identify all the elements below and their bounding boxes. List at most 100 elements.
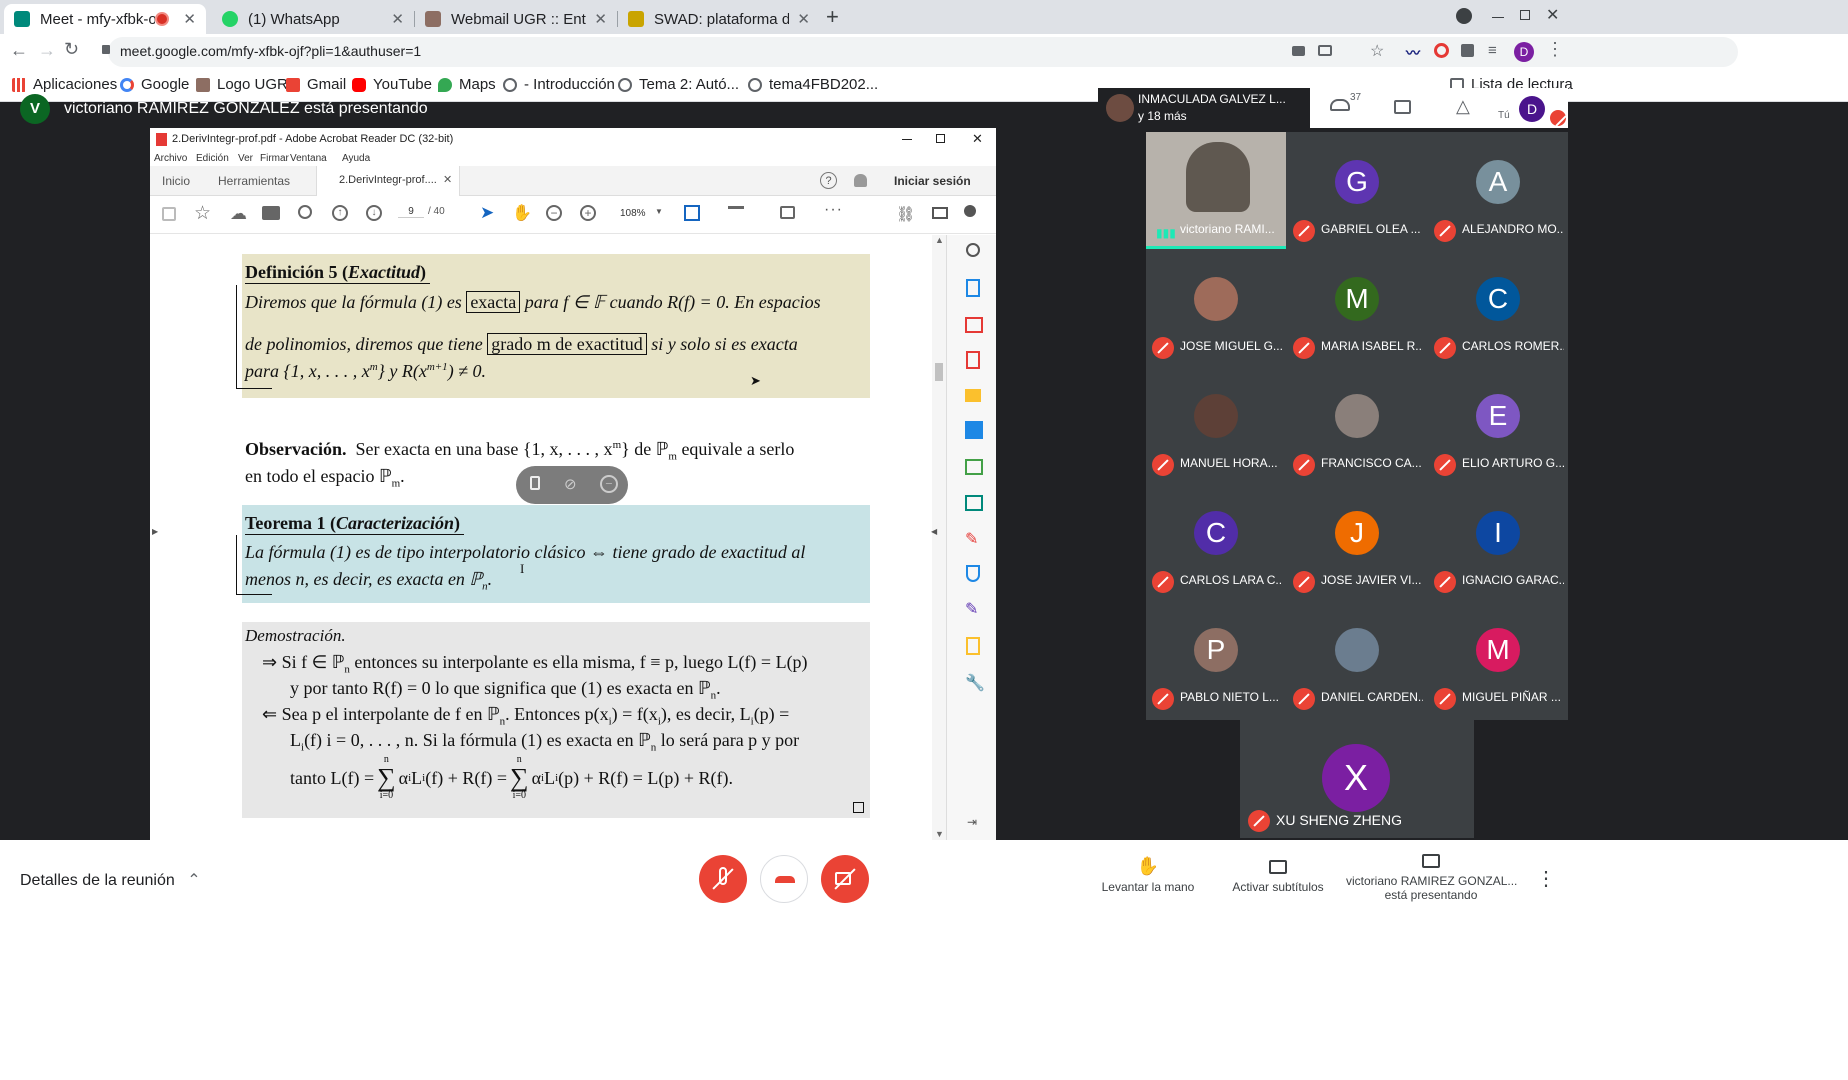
- menu-item[interactable]: Archivo: [154, 153, 187, 164]
- zoom-in-icon[interactable]: +: [580, 205, 596, 221]
- scroll-mode-icon[interactable]: [728, 206, 744, 220]
- menu-item[interactable]: Firmar: [260, 153, 289, 164]
- next-page-icon[interactable]: ↓: [366, 205, 382, 221]
- scroll-thumb[interactable]: [935, 363, 943, 381]
- comment-tool-icon[interactable]: [965, 389, 981, 402]
- last-participant-tile[interactable]: X XU SHENG ZHENG: [1240, 716, 1474, 838]
- bookmark-gmail[interactable]: Gmail: [286, 76, 346, 93]
- menu-item[interactable]: Edición: [196, 153, 229, 164]
- forward-icon[interactable]: →: [38, 40, 56, 61]
- cast-icon[interactable]: [1318, 45, 1332, 56]
- close-tab-icon[interactable]: ✕: [391, 10, 404, 28]
- expand-pane-icon[interactable]: ⇥: [967, 815, 977, 829]
- puzzle-extensions-icon[interactable]: [1461, 44, 1474, 57]
- vertical-scrollbar[interactable]: ▲ ▼: [932, 235, 946, 840]
- tab-inicio[interactable]: Inicio: [162, 174, 190, 188]
- help-icon[interactable]: ?: [820, 172, 837, 189]
- new-tab-button[interactable]: +: [826, 4, 839, 30]
- participant-tile[interactable]: FRANCISCO CA...: [1287, 366, 1427, 483]
- tab-whatsapp[interactable]: (1) WhatsApp ✕: [212, 4, 414, 34]
- restore-window-icon[interactable]: [1520, 10, 1530, 20]
- pin-icon[interactable]: [530, 476, 540, 490]
- people-button[interactable]: 37: [1330, 92, 1361, 116]
- activities-icon[interactable]: △: [1456, 96, 1470, 117]
- zoom-tool-icon[interactable]: [966, 243, 980, 257]
- close-icon[interactable]: ✕: [972, 131, 983, 147]
- comment-icon[interactable]: [780, 206, 795, 219]
- export-pdf-icon[interactable]: [966, 279, 980, 297]
- edit-pdf-icon[interactable]: [965, 459, 983, 475]
- presentation-status-button[interactable]: victoriano RAMIREZ GONZAL... está presen…: [1346, 852, 1517, 902]
- tab-herramientas[interactable]: Herramientas: [218, 174, 290, 188]
- camera-toggle-button[interactable]: [821, 855, 869, 903]
- opera-extension-icon[interactable]: [1434, 43, 1449, 58]
- participant-tile[interactable]: J JOSE JAVIER VI...: [1287, 483, 1427, 600]
- participant-tile[interactable]: C CARLOS LARA C...: [1146, 483, 1286, 600]
- send-signature-icon[interactable]: [966, 637, 980, 655]
- share-link-icon[interactable]: ⛓: [896, 205, 915, 223]
- organize-pages-icon[interactable]: [965, 317, 983, 333]
- zoom-level[interactable]: 108%: [620, 208, 646, 219]
- left-panel-toggle-icon[interactable]: ▶: [152, 527, 158, 536]
- profile-avatar[interactable]: D: [1514, 42, 1534, 62]
- close-tab-icon[interactable]: ✕: [594, 10, 607, 28]
- fill-sign-icon[interactable]: ✎: [965, 529, 978, 549]
- bookmark-tema2[interactable]: Tema 2: Autó...: [618, 76, 739, 93]
- participant-tile[interactable]: ▮▮▮ victoriano RAMI...: [1146, 132, 1286, 249]
- maximize-icon[interactable]: [936, 134, 945, 143]
- star-icon[interactable]: ☆: [194, 202, 211, 225]
- participant-tile[interactable]: I IGNACIO GARAC...: [1428, 483, 1568, 600]
- bookmark-google[interactable]: Google: [120, 76, 189, 93]
- sign-in-button[interactable]: Iniciar sesión: [894, 174, 971, 188]
- remove-icon[interactable]: −: [600, 475, 618, 493]
- participant-tile[interactable]: M MIGUEL PIÑAR ...: [1428, 600, 1568, 717]
- tab-document[interactable]: 2.DerivIntegr-prof.... ✕: [316, 166, 460, 196]
- search-icon[interactable]: [298, 205, 312, 219]
- close-tab-icon[interactable]: ✕: [183, 10, 196, 28]
- bookmark-introduccion[interactable]: - Introducción: [503, 76, 615, 93]
- zoom-out-icon[interactable]: −: [546, 205, 562, 221]
- scroll-up-icon[interactable]: ▲: [935, 235, 944, 245]
- more-tools-icon[interactable]: ···: [824, 201, 843, 219]
- camera-icon[interactable]: [1292, 46, 1305, 56]
- participant-tile[interactable]: JOSE MIGUEL G...: [1146, 249, 1286, 366]
- save-icon[interactable]: [162, 207, 176, 221]
- participant-tile[interactable]: G GABRIEL OLEA ...: [1287, 132, 1427, 249]
- tab-swad[interactable]: SWAD: plataforma de apo ✕: [618, 4, 820, 34]
- bookmark-star-icon[interactable]: ☆: [1370, 41, 1384, 61]
- scan-ocr-icon[interactable]: [965, 495, 983, 511]
- back-icon[interactable]: ←: [10, 40, 28, 61]
- protect-icon[interactable]: [966, 565, 980, 582]
- meeting-details-button[interactable]: Detalles de la reunión ⌃: [20, 870, 201, 890]
- extension-icon[interactable]: 〰: [1406, 43, 1420, 63]
- active-speaker-chip[interactable]: INMACULADA GALVEZ L... y 18 más: [1098, 88, 1310, 128]
- self-avatar[interactable]: D: [1519, 96, 1545, 122]
- fit-page-icon[interactable]: [684, 205, 700, 221]
- combine-files-icon[interactable]: [965, 421, 983, 439]
- zoom-dropdown-icon[interactable]: ▼: [655, 207, 663, 216]
- participant-tile[interactable]: C CARLOS ROMER...: [1428, 249, 1568, 366]
- tab-search-icon[interactable]: [1456, 8, 1472, 24]
- menu-item[interactable]: Ver: [238, 153, 253, 164]
- upload-icon[interactable]: ☁: [230, 204, 247, 224]
- participant-tile[interactable]: DANIEL CARDEN...: [1287, 600, 1427, 717]
- minimize-icon[interactable]: [902, 139, 912, 140]
- pdf-viewport[interactable]: ▶ Definición 5 (Exactitud) Diremos que l…: [150, 235, 946, 840]
- bookmark-apps[interactable]: Aplicaciones: [12, 76, 117, 93]
- page-number-input[interactable]: 9: [398, 206, 424, 218]
- sign-icon[interactable]: ✎: [965, 599, 978, 619]
- bookmark-tema4[interactable]: tema4FBD202...: [748, 76, 878, 93]
- print-icon[interactable]: [262, 206, 280, 220]
- media-control-icon[interactable]: ≡: [1488, 42, 1497, 59]
- create-pdf-icon[interactable]: [966, 351, 980, 369]
- participant-tile[interactable]: A ALEJANDRO MO...: [1428, 132, 1568, 249]
- bookmark-maps[interactable]: Maps: [438, 76, 496, 93]
- bookmark-logo-ugr[interactable]: Logo UGR: [196, 76, 288, 93]
- browser-menu-icon[interactable]: ⋮: [1546, 39, 1564, 60]
- select-cursor-icon[interactable]: ➤: [480, 203, 494, 223]
- more-options-icon[interactable]: ⋮: [1536, 866, 1556, 891]
- tab-webmail[interactable]: Webmail UGR :: Entrada ✕: [415, 4, 617, 34]
- reload-icon[interactable]: ↻: [64, 39, 79, 60]
- scroll-down-icon[interactable]: ▼: [935, 829, 944, 839]
- minimize-window-icon[interactable]: [1492, 17, 1504, 18]
